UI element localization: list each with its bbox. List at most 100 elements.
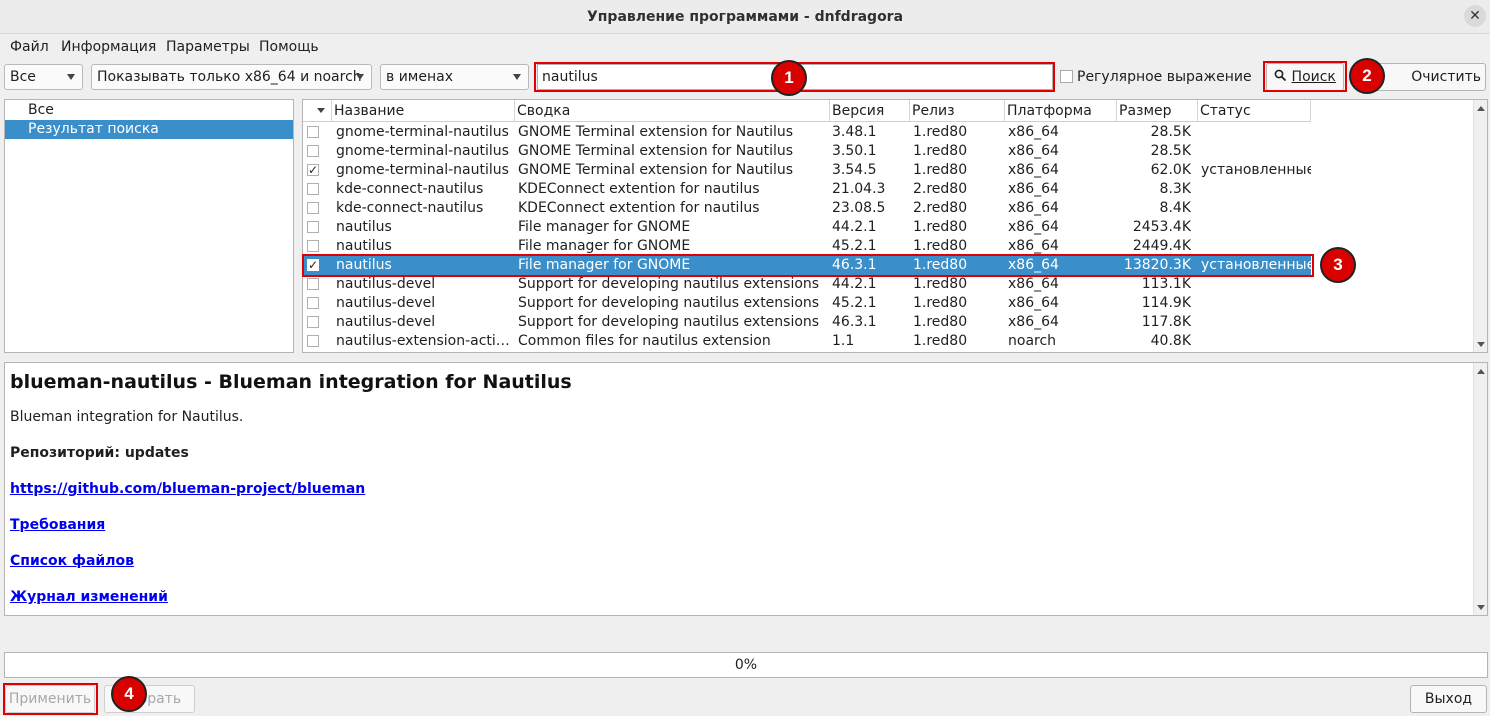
col-version[interactable]: Версия	[830, 100, 910, 122]
details-requirements-link[interactable]: Требования	[10, 517, 105, 533]
cell-name: gnome-terminal-nautilus	[336, 162, 509, 178]
row-checkbox[interactable]	[307, 335, 319, 347]
arch-filter-value: Показывать только x86_64 и noarch	[97, 69, 362, 85]
cell-summary: KDEConnect extention for nautilus	[518, 200, 760, 216]
col-name[interactable]: Название	[332, 100, 515, 122]
details-files-link[interactable]: Список файлов	[10, 553, 134, 569]
regex-checkbox[interactable]	[1060, 70, 1073, 83]
row-checkbox[interactable]	[307, 126, 319, 138]
clear-search-button[interactable]: Очистить поиск	[1374, 63, 1486, 111]
annotation-badge-1: 1	[771, 60, 807, 96]
cell-version: 23.08.5	[832, 200, 886, 216]
cell-version: 46.3.1	[832, 314, 877, 330]
table-row[interactable]: kde-connect-nautilus KDEConnect extention…	[303, 180, 1311, 199]
table-row[interactable]: kde-connect-nautilus KDEConnect extention…	[303, 199, 1311, 218]
scroll-down-icon[interactable]	[1477, 605, 1485, 610]
details-changelog-link[interactable]: Журнал изменений	[10, 589, 168, 605]
details-repo: Репозиторий: updates	[10, 445, 189, 461]
table-scrollbar[interactable]	[1473, 100, 1487, 352]
cell-summary: Support for developing nautilus extensio…	[518, 276, 820, 292]
cell-name: nautilus	[336, 219, 392, 235]
row-checkbox[interactable]	[307, 183, 319, 195]
sort-down-icon	[317, 108, 325, 113]
chevron-down-icon	[67, 74, 75, 80]
group-item-all[interactable]: Все	[5, 101, 293, 120]
cell-platform: x86_64	[1008, 295, 1059, 311]
cell-size: 113.1K	[1141, 276, 1191, 292]
cell-name: nautilus-devel	[336, 295, 436, 311]
annotation-badge-2: 2	[1349, 58, 1385, 94]
search-field-combo[interactable]: в именах	[380, 64, 529, 90]
cell-summary: KDEConnect extention for nautilus	[518, 181, 760, 197]
cell-name: nautilus-devel	[336, 276, 436, 292]
arch-filter-combo[interactable]: Показывать только x86_64 и noarch	[91, 64, 372, 90]
progress-label: 0%	[734, 657, 758, 673]
cell-platform: x86_64	[1008, 314, 1059, 330]
cell-release: 1.red80	[913, 124, 968, 140]
cell-size: 2453.4K	[1132, 219, 1191, 235]
scroll-down-icon[interactable]	[1477, 342, 1485, 347]
highlight-box-search-button	[1263, 61, 1347, 92]
cell-name: kde-connect-nautilus	[336, 181, 484, 197]
cell-release: 2.red80	[913, 181, 968, 197]
menubar: Файл Информация Параметры Помощь	[0, 36, 1490, 60]
row-checkbox[interactable]: ✓	[307, 164, 319, 176]
cell-platform: x86_64	[1008, 200, 1059, 216]
table-row[interactable]: nautilus File manager for GNOME 44.2.1 1.re…	[303, 218, 1311, 237]
col-release[interactable]: Релиз	[910, 100, 1005, 122]
cell-release: 1.red80	[913, 162, 968, 178]
cell-platform: noarch	[1008, 333, 1057, 349]
row-checkbox[interactable]	[307, 145, 319, 157]
view-filter-combo[interactable]: Все	[4, 64, 83, 90]
exit-label: Выход	[1424, 691, 1473, 707]
package-details: blueman-nautilus - Blueman integration f…	[4, 362, 1488, 616]
select-column-header[interactable]	[303, 100, 332, 122]
cell-version: 1.1	[832, 333, 855, 349]
group-item-search-result[interactable]: Результат поиска	[5, 120, 293, 139]
col-status[interactable]: Статус	[1198, 100, 1311, 122]
table-row[interactable]: gnome-terminal-nautilus GNOME Terminal ex…	[303, 123, 1311, 142]
menu-options[interactable]: Параметры	[166, 39, 250, 55]
row-checkbox[interactable]	[307, 221, 319, 233]
cell-size: 28.5K	[1150, 143, 1191, 159]
table-row[interactable]: gnome-terminal-nautilus GNOME Terminal ex…	[303, 142, 1311, 161]
row-checkbox[interactable]	[307, 202, 319, 214]
details-title: blueman-nautilus - Blueman integration f…	[10, 371, 572, 393]
menu-file[interactable]: Файл	[10, 39, 49, 55]
table-row[interactable]: nautilus-devel Support for developing nau…	[303, 294, 1311, 313]
table-header: Название Сводка Версия Релиз Платформа Р…	[303, 100, 1311, 122]
details-description: Blueman integration for Nautilus.	[10, 409, 244, 425]
row-checkbox[interactable]	[307, 278, 319, 290]
annotation-badge-3: 3	[1320, 247, 1356, 283]
highlight-box-selected-row	[302, 254, 1314, 277]
scroll-up-icon[interactable]	[1477, 106, 1485, 111]
cell-name: gnome-terminal-nautilus	[336, 124, 509, 140]
cell-status: установленные	[1201, 162, 1311, 178]
table-row[interactable]: nautilus-devel Support for developing nau…	[303, 275, 1311, 294]
table-row[interactable]: nautilus-extension-acti… Common files for…	[303, 332, 1311, 351]
cell-size: 8.4K	[1159, 200, 1191, 216]
cell-size: 117.8K	[1141, 314, 1191, 330]
table-row[interactable]: ✓ gnome-terminal-nautilus GNOME Terminal e…	[303, 161, 1311, 180]
col-platform[interactable]: Платформа	[1005, 100, 1117, 122]
window-close-button[interactable]: ✕	[1464, 5, 1486, 27]
exit-button[interactable]: Выход	[1410, 685, 1487, 713]
cell-version: 3.54.5	[832, 162, 877, 178]
details-scrollbar[interactable]	[1473, 363, 1487, 615]
col-summary[interactable]: Сводка	[515, 100, 830, 122]
chevron-down-icon	[356, 74, 364, 80]
row-checkbox[interactable]	[307, 297, 319, 309]
menu-info[interactable]: Информация	[61, 39, 156, 55]
col-size[interactable]: Размер	[1117, 100, 1198, 122]
cell-platform: x86_64	[1008, 276, 1059, 292]
menu-help[interactable]: Помощь	[259, 39, 319, 55]
details-url-link[interactable]: https://github.com/blueman-project/bluem…	[10, 481, 365, 497]
highlight-box-apply	[3, 683, 98, 715]
scroll-up-icon[interactable]	[1477, 369, 1485, 374]
cell-release: 2.red80	[913, 200, 968, 216]
row-checkbox[interactable]	[307, 316, 319, 328]
cell-summary: File manager for GNOME	[518, 219, 691, 235]
view-filter-value: Все	[10, 69, 36, 85]
table-row[interactable]: nautilus-devel Support for developing nau…	[303, 313, 1311, 332]
row-checkbox[interactable]	[307, 240, 319, 252]
